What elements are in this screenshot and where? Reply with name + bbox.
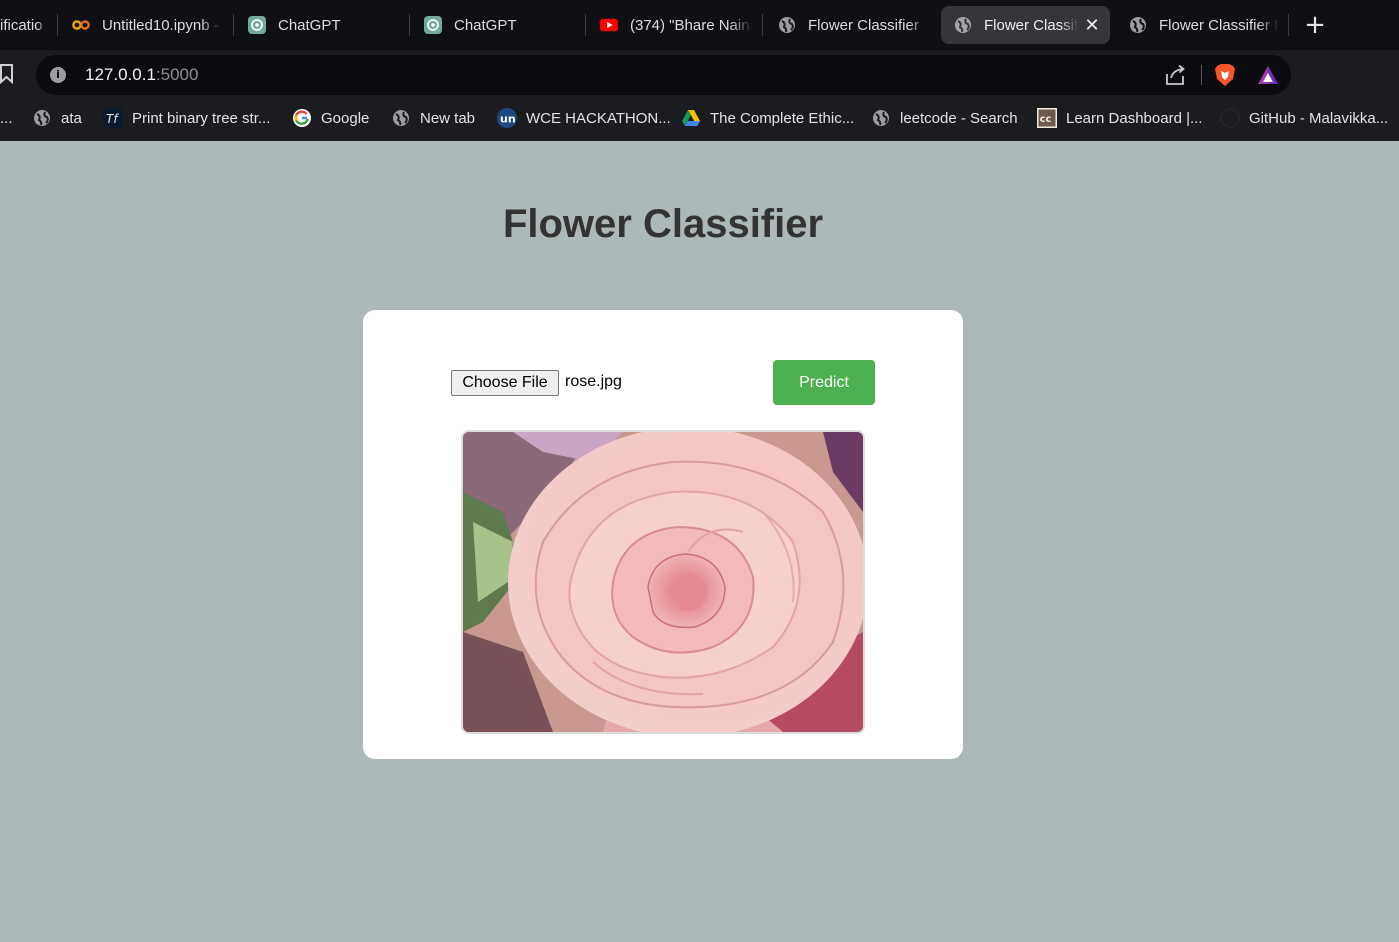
uploaded-image-preview [461, 430, 865, 734]
page-title: Flower Classifier [502, 202, 824, 246]
globe-icon [778, 16, 796, 34]
tab-separator [1288, 14, 1289, 36]
codecademy-icon: cc [1037, 108, 1057, 128]
tab-label: Untitled10.ipynb - [102, 16, 219, 34]
bookmark-label: Print binary tree str... [132, 109, 271, 127]
url-text[interactable]: 127.0.0.1:5000 [85, 65, 198, 85]
tab-separator [585, 14, 586, 36]
chatgpt-icon [424, 16, 442, 34]
bookmark-label: Google [321, 109, 370, 127]
colab-icon [72, 16, 90, 34]
globe-icon [1129, 16, 1147, 34]
predict-button[interactable]: Predict [773, 360, 875, 405]
upload-card: Choose File rose.jpg Predict [363, 310, 963, 759]
youtube-icon [600, 16, 618, 34]
browser-toolbar: i 127.0.0.1:5000 [0, 50, 1399, 96]
tab-label: ChatGPT [454, 16, 517, 34]
bookmark-label: WCE HACKATHON... [526, 109, 671, 127]
bookmark-label: GitHub - Malavikka... [1249, 109, 1389, 127]
url-port: :5000 [155, 65, 199, 84]
bookmark-complete-ethical[interactable]: The Complete Ethic... [681, 107, 854, 129]
tab-6-active[interactable]: Flower Classif ✕ [941, 6, 1110, 44]
bookmark-label: Learn Dashboard |... [1066, 109, 1203, 127]
tab-strip: ificatio Untitled10.ipynb - ChatGPT Chat… [0, 0, 1399, 50]
tab-0[interactable]: ificatio [0, 6, 46, 44]
bookmark-leetcode-search[interactable]: leetcode - Search [871, 107, 1018, 129]
bookmark-icon[interactable] [0, 64, 14, 85]
share-icon[interactable] [1164, 64, 1186, 86]
tab-separator [57, 14, 58, 36]
bookmarks-bar: ... ata Tf Print binary tree str... Goog… [0, 96, 1399, 141]
svg-text:un: un [500, 113, 516, 126]
google-icon [292, 108, 312, 128]
svg-text:Tf: Tf [106, 112, 119, 126]
selected-file-name: rose.jpg [565, 373, 622, 390]
bookmark-learn-dashboard[interactable]: cc Learn Dashboard |... [1037, 107, 1202, 129]
globe-icon [32, 108, 52, 128]
tab-label: ChatGPT [278, 16, 341, 34]
tab-separator [762, 14, 763, 36]
tab-separator [409, 14, 410, 36]
close-tab-icon[interactable]: ✕ [1082, 15, 1102, 36]
unstop-icon: un [497, 108, 517, 128]
bookmark-label: ata [61, 109, 82, 127]
bookmark-label: leetcode - Search [900, 109, 1018, 127]
rose-photo [463, 432, 863, 732]
tab-1[interactable]: Untitled10.ipynb - [72, 6, 222, 44]
tab-3[interactable]: ChatGPT [424, 6, 574, 44]
github-icon [1220, 108, 1240, 128]
bookmark-label: ... [0, 109, 13, 127]
address-bar[interactable]: i 127.0.0.1:5000 [36, 55, 1291, 95]
tab-label: Flower Classifier R [1159, 16, 1279, 34]
omnibox-separator [1201, 65, 1202, 85]
tab-7[interactable]: Flower Classifier R [1129, 6, 1279, 44]
new-tab-button[interactable]: + [1302, 10, 1328, 40]
bookmark-overflow[interactable]: ... [0, 107, 13, 129]
bookmark-label: New tab [420, 109, 476, 127]
choose-file-button[interactable]: Choose File [451, 370, 559, 396]
google-drive-icon [681, 108, 701, 128]
tab-label: (374) "Bhare Naina [630, 16, 752, 34]
bookmark-print-binary-tree[interactable]: Tf Print binary tree str... [103, 107, 270, 129]
bookmark-label: The Complete Ethic... [710, 109, 855, 127]
globe-icon [954, 16, 972, 34]
site-info-icon[interactable]: i [50, 67, 66, 83]
svg-text:cc: cc [1040, 114, 1052, 125]
bookmark-github[interactable]: GitHub - Malavikka... [1220, 107, 1388, 129]
bookmark-google[interactable]: Google [292, 107, 369, 129]
tab-label: Flower Classif [984, 16, 1078, 34]
tab-separator [233, 14, 234, 36]
takeuforward-icon: Tf [103, 108, 123, 128]
url-host: 127.0.0.1 [85, 65, 156, 84]
tab-5[interactable]: Flower Classifier [778, 6, 930, 44]
bookmark-new-tab[interactable]: New tab [391, 107, 475, 129]
bookmark-wce-hackathon[interactable]: un WCE HACKATHON... [497, 107, 671, 129]
bookmark-ata[interactable]: ata [32, 107, 82, 129]
tab-label: ificatio [0, 16, 43, 34]
chatgpt-icon [248, 16, 266, 34]
tab-label: Flower Classifier [808, 16, 919, 34]
brave-rewards-icon[interactable] [1257, 64, 1279, 86]
brave-shields-icon[interactable] [1214, 63, 1236, 87]
tab-4[interactable]: (374) "Bhare Naina [600, 6, 752, 44]
globe-icon [871, 108, 891, 128]
globe-icon [391, 108, 411, 128]
browser-chrome: ificatio Untitled10.ipynb - ChatGPT Chat… [0, 0, 1399, 141]
tab-2[interactable]: ChatGPT [248, 6, 398, 44]
